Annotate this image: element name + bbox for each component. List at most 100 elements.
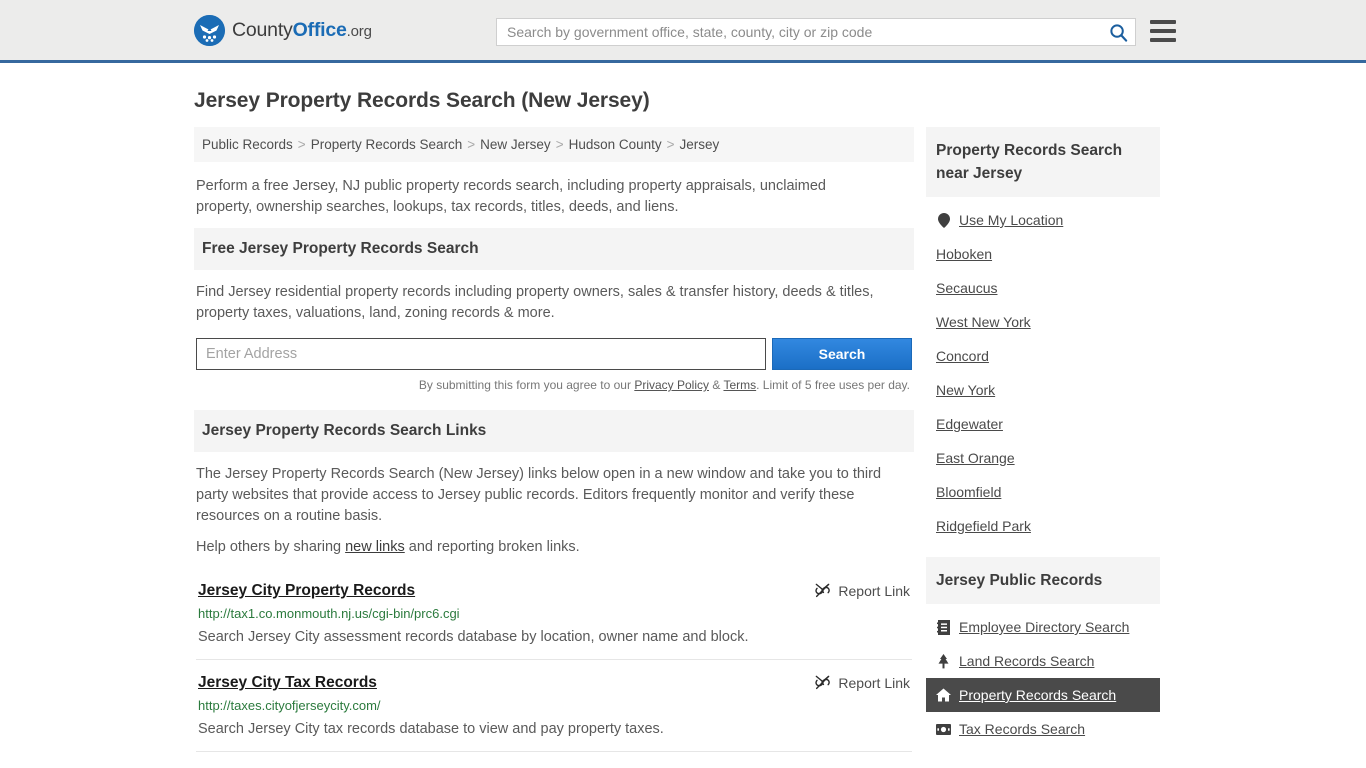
- sidebar-near-list: Use My Location Hoboken Secaucus West Ne…: [926, 197, 1160, 543]
- sidebar-public-records-heading: Jersey Public Records: [926, 557, 1160, 604]
- hamburger-menu-icon[interactable]: [1150, 20, 1176, 42]
- map-pin-icon: [936, 212, 951, 228]
- tree-icon: [936, 653, 951, 669]
- site-header: CountyOffice.org: [0, 0, 1366, 63]
- address-book-icon: [936, 619, 951, 635]
- free-search-body: Find Jersey residential property records…: [194, 270, 914, 392]
- links-section-paragraph: The Jersey Property Records Search (New …: [196, 466, 882, 524]
- main-column: Public Records > Property Records Search > N…: [194, 127, 914, 752]
- sidebar-link-label[interactable]: Employee Directory Search: [959, 619, 1129, 635]
- sidebar-public-records-list: Employee Directory Search Land Records S…: [926, 604, 1160, 746]
- search-input[interactable]: [497, 19, 1101, 45]
- result-url: http://taxes.cityofjerseycity.com/: [198, 698, 381, 713]
- result-header-row: Jersey City Tax Records Report Link: [198, 674, 910, 692]
- home-icon: [936, 688, 951, 703]
- help-text-after: and reporting broken links.: [404, 539, 580, 555]
- site-logo[interactable]: CountyOffice.org: [194, 14, 372, 46]
- report-link-label: Report Link: [838, 582, 910, 599]
- result-item: Jersey City Tax Records Report Link http…: [196, 660, 912, 752]
- sidebar-link-label[interactable]: Hoboken: [936, 246, 992, 262]
- sidebar-link-label[interactable]: Concord: [936, 348, 989, 364]
- sidebar-link-label[interactable]: Tax Records Search: [959, 721, 1085, 737]
- content-columns: Public Records > Property Records Search > N…: [194, 127, 1172, 752]
- sidebar-link-label[interactable]: Use My Location: [959, 212, 1063, 228]
- fineprint-text-after: . Limit of 5 free uses per day.: [756, 378, 910, 392]
- broken-link-icon: [815, 583, 831, 598]
- sidebar-link-label[interactable]: Ridgefield Park: [936, 518, 1031, 534]
- money-bill-icon: [936, 722, 951, 737]
- breadcrumb: Public Records > Property Records Search > N…: [194, 127, 914, 162]
- privacy-policy-link[interactable]: Privacy Policy: [634, 378, 709, 392]
- sidebar-link-label[interactable]: Secaucus: [936, 280, 997, 296]
- sidebar-item-use-my-location[interactable]: Use My Location: [926, 203, 1160, 237]
- address-search-button[interactable]: Search: [771, 338, 912, 370]
- result-description: Search Jersey City tax records database …: [198, 721, 664, 737]
- result-url: http://tax1.co.monmouth.nj.us/cgi-bin/pr…: [198, 606, 460, 621]
- result-item: Jersey City Property Records Report Link…: [196, 568, 912, 660]
- page-intro-text: Perform a free Jersey, NJ public propert…: [196, 178, 826, 215]
- sidebar-item-ridgefield-park[interactable]: Ridgefield Park: [926, 509, 1160, 543]
- sidebar-link-label[interactable]: Land Records Search: [959, 653, 1094, 669]
- hamburger-bar: [1150, 38, 1176, 42]
- sidebar-link-label[interactable]: Property Records Search: [959, 687, 1116, 703]
- breadcrumb-item-property-records-search[interactable]: Property Records Search: [311, 137, 463, 152]
- eagle-shield-icon: [194, 14, 225, 46]
- broken-link-icon: [815, 675, 831, 690]
- fineprint-ampersand: &: [709, 378, 724, 392]
- address-input[interactable]: [196, 338, 766, 370]
- sidebar-link-label[interactable]: Bloomfield: [936, 484, 1001, 500]
- result-header-row: Jersey City Property Records Report Link: [198, 582, 910, 600]
- page-container: Jersey Property Records Search (New Jers…: [0, 89, 1366, 752]
- sidebar-item-secaucus[interactable]: Secaucus: [926, 271, 1160, 305]
- breadcrumb-item-new-jersey[interactable]: New Jersey: [480, 137, 551, 152]
- sidebar: Property Records Search near Jersey Use …: [926, 127, 1160, 746]
- breadcrumb-separator: >: [555, 137, 564, 152]
- sidebar-item-hoboken[interactable]: Hoboken: [926, 237, 1160, 271]
- sidebar-link-label[interactable]: Edgewater: [936, 416, 1003, 432]
- sidebar-item-east-orange[interactable]: East Orange: [926, 441, 1160, 475]
- logo-text-county: County: [232, 18, 293, 41]
- report-link-button[interactable]: Report Link: [814, 582, 910, 599]
- links-section-help: Help others by sharing new links and rep…: [196, 537, 912, 558]
- result-title-link[interactable]: Jersey City Tax Records: [198, 674, 377, 692]
- page-title: Jersey Property Records Search (New Jers…: [194, 89, 650, 112]
- report-link-label: Report Link: [838, 674, 910, 691]
- result-description: Search Jersey City assessment records da…: [198, 629, 749, 645]
- fineprint-text-before: By submitting this form you agree to our: [418, 378, 635, 392]
- sidebar-item-tax-records-search[interactable]: Tax Records Search: [926, 712, 1160, 746]
- sidebar-item-new-york[interactable]: New York: [926, 373, 1160, 407]
- new-links-link[interactable]: new links: [345, 539, 405, 555]
- links-section-heading: Jersey Property Records Search Links: [194, 410, 914, 452]
- breadcrumb-separator: >: [297, 137, 306, 152]
- sidebar-item-bloomfield[interactable]: Bloomfield: [926, 475, 1160, 509]
- free-search-description: Find Jersey residential property records…: [196, 284, 874, 321]
- breadcrumb-item-jersey[interactable]: Jersey: [680, 137, 720, 152]
- header-search-bar[interactable]: [496, 18, 1136, 46]
- address-search-form: Search: [196, 338, 912, 370]
- breadcrumb-item-hudson-county[interactable]: Hudson County: [569, 137, 662, 152]
- breadcrumb-separator: >: [666, 137, 675, 152]
- free-search-heading: Free Jersey Property Records Search: [194, 228, 914, 270]
- sidebar-item-property-records-search[interactable]: Property Records Search: [926, 678, 1160, 712]
- breadcrumb-item-public-records[interactable]: Public Records: [202, 137, 293, 152]
- sidebar-item-employee-directory-search[interactable]: Employee Directory Search: [926, 610, 1160, 644]
- report-link-button[interactable]: Report Link: [814, 674, 910, 691]
- logo-text-dotorg: .org: [346, 22, 372, 40]
- sidebar-item-land-records-search[interactable]: Land Records Search: [926, 644, 1160, 678]
- logo-text-office: Office: [292, 18, 347, 41]
- sidebar-link-label[interactable]: West New York: [936, 314, 1031, 330]
- terms-link[interactable]: Terms: [723, 378, 756, 392]
- sidebar-link-label[interactable]: New York: [936, 382, 995, 398]
- search-submit-button[interactable]: [1101, 19, 1135, 45]
- sidebar-item-edgewater[interactable]: Edgewater: [926, 407, 1160, 441]
- sidebar-item-concord[interactable]: Concord: [926, 339, 1160, 373]
- form-fineprint: By submitting this form you agree to our…: [196, 378, 912, 392]
- sidebar-link-label[interactable]: East Orange: [936, 450, 1015, 466]
- logo-wordmark: CountyOffice.org: [232, 19, 372, 42]
- result-title-link[interactable]: Jersey City Property Records: [198, 582, 415, 600]
- breadcrumb-separator: >: [467, 137, 476, 152]
- sidebar-item-west-new-york[interactable]: West New York: [926, 305, 1160, 339]
- hamburger-bar: [1150, 29, 1176, 33]
- sidebar-near-heading: Property Records Search near Jersey: [926, 127, 1160, 197]
- hamburger-bar: [1150, 20, 1176, 24]
